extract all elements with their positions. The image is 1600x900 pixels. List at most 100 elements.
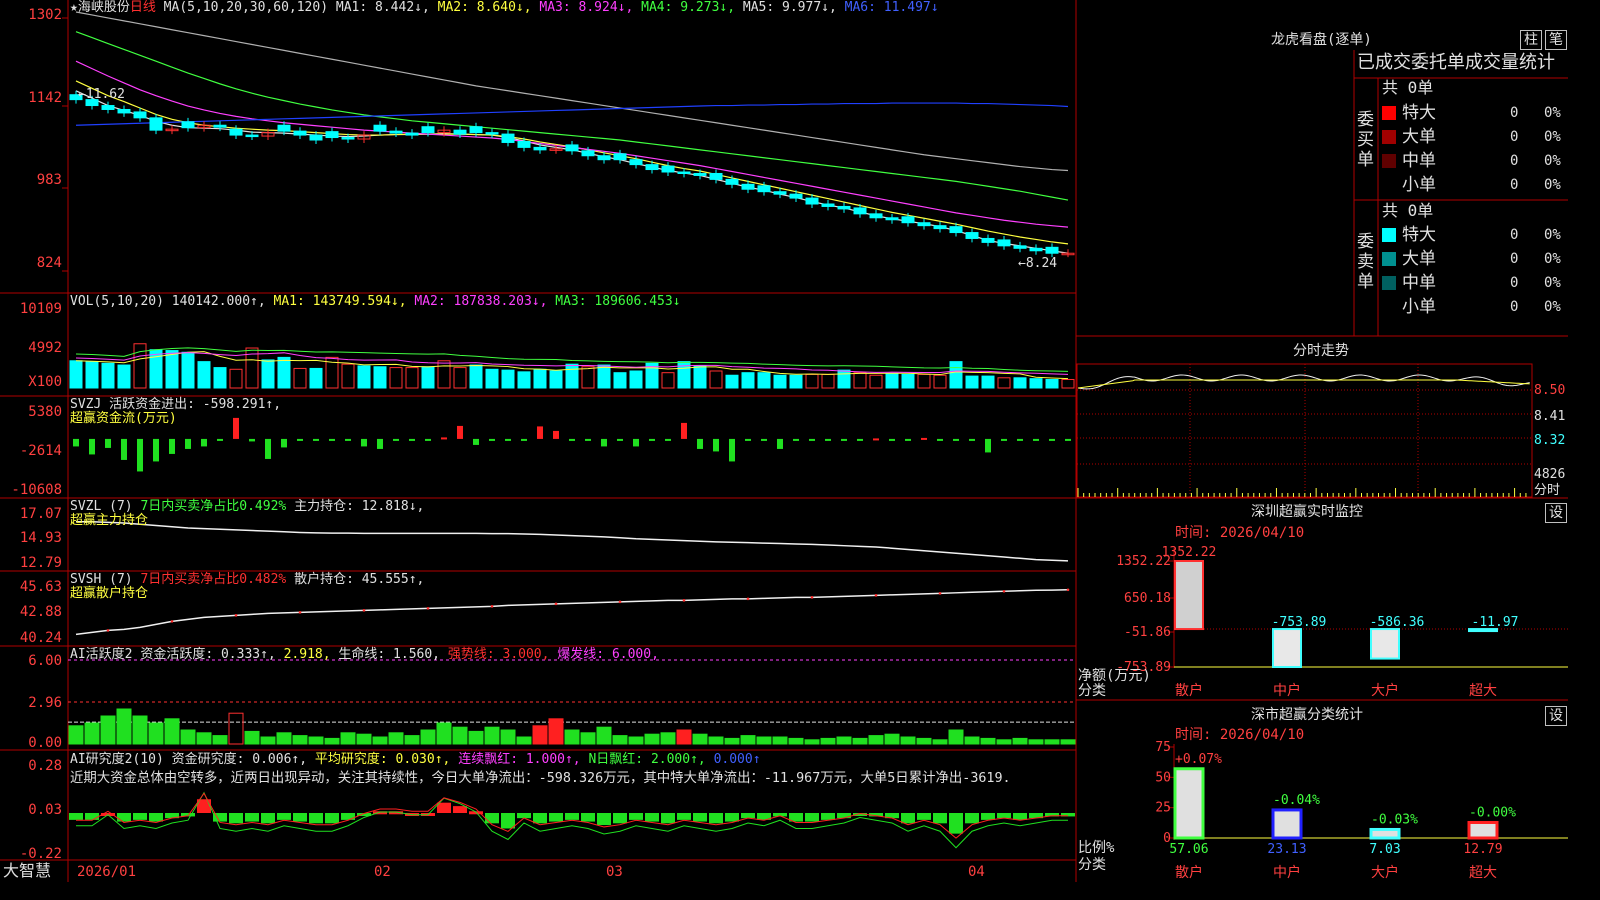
candle-body xyxy=(277,124,291,132)
svzj-bar xyxy=(409,438,415,441)
candle-body xyxy=(677,171,691,174)
classify-bar xyxy=(1467,820,1499,840)
ai-research-bar xyxy=(661,813,675,824)
volume-bar xyxy=(901,373,915,389)
dragon-row: 中单 0 0% xyxy=(1382,153,1561,170)
svzj-subtitle: 超赢资金流(万元) xyxy=(70,412,177,426)
classify-value-label: 7.03 xyxy=(1369,842,1400,857)
price-axis-tick: 1142 xyxy=(28,90,62,106)
svsh-dot xyxy=(938,592,942,595)
candle-body xyxy=(517,140,531,148)
volume-bar xyxy=(165,350,179,389)
ai-active-bar xyxy=(724,737,740,745)
order-pct: 0% xyxy=(1544,227,1561,243)
svzj-bar xyxy=(233,417,239,439)
tick-mode-button[interactable]: 笔 xyxy=(1545,30,1567,50)
ai-active-bar xyxy=(1028,739,1044,745)
volume-bar xyxy=(117,364,131,389)
dragon-row: 特大 0 0% xyxy=(1382,105,1561,122)
svsh-dot xyxy=(106,629,110,632)
svzj-bar xyxy=(153,438,159,462)
volume-bar xyxy=(1061,378,1075,389)
ai-active-bar xyxy=(644,733,660,745)
vol-panel-title: VOL(5,10,20) 140142.000↑, MA1: 143749.59… xyxy=(70,295,681,309)
candle-body xyxy=(133,111,147,119)
svzj-bar xyxy=(473,438,479,445)
classify-value-label: 57.06 xyxy=(1169,842,1208,857)
legend-swatch xyxy=(1382,276,1396,290)
ai-active-bar xyxy=(804,739,820,745)
ai-active-bar xyxy=(708,736,724,745)
volume-bar xyxy=(213,367,227,389)
ai-research-bar xyxy=(549,813,563,822)
order-pct: 0% xyxy=(1544,251,1561,267)
monitor-value-label: -586.36 xyxy=(1370,615,1425,630)
ai-research-bar xyxy=(597,813,611,826)
ma1-value: MA1: 8.442↓, xyxy=(335,0,430,15)
vol-value: 140142.000↑, xyxy=(171,294,266,309)
volume-bar xyxy=(1045,378,1059,389)
ai-research-bar xyxy=(965,813,979,824)
candle-body xyxy=(229,128,243,136)
svzj-bar xyxy=(553,430,559,439)
intraday-unit: 分时 xyxy=(1534,483,1561,498)
legend-swatch xyxy=(1382,178,1396,192)
classify-category-label: 大户 xyxy=(1371,864,1399,881)
candle-body xyxy=(1045,246,1059,254)
ai-active-bar xyxy=(132,715,148,745)
candle-body xyxy=(661,165,675,173)
ai-research-bar xyxy=(309,813,323,824)
ai-active-bar xyxy=(932,739,948,745)
svzl-axis-tick: 12.79 xyxy=(19,555,62,571)
svsh-axis-tick: 40.24 xyxy=(19,630,62,646)
monitor-time: 时间: 2026/04/10 xyxy=(1175,525,1305,541)
ai-active-bar xyxy=(980,737,996,745)
candle-body xyxy=(213,124,227,128)
legend-swatch xyxy=(1382,252,1396,266)
volume-bar xyxy=(437,360,451,389)
candle-body xyxy=(389,130,403,134)
ai-avg-research: 平均研究度: 0.030↑, xyxy=(314,752,451,767)
volume-bar xyxy=(133,343,147,389)
svzj-bar xyxy=(425,438,431,441)
order-size-label: 小单 xyxy=(1402,175,1436,195)
price-panel-title: ★海峡股份日线 MA(5,10,20,30,60,120) MA1: 8.442… xyxy=(70,1,939,15)
stock-name[interactable]: ★海峡股份 xyxy=(70,0,130,15)
classify-change-label: -0.00% xyxy=(1469,805,1516,820)
svzj-bar xyxy=(873,438,879,441)
svzj-value: 活跃资金进出: -598.291↑, xyxy=(109,397,282,412)
svzj-bar xyxy=(121,438,127,460)
svsh-title: SVSH (7) xyxy=(70,572,133,587)
order-count: 0 xyxy=(1510,129,1519,145)
intraday-axis-tick: 8.50 xyxy=(1534,383,1566,398)
high-price-mark: ←11.62 xyxy=(78,87,125,102)
ai-research-bar xyxy=(613,813,627,824)
bar-mode-button[interactable]: 柱 xyxy=(1520,30,1542,50)
volume-bar xyxy=(805,373,819,389)
ma2-value: MA2: 8.640↓, xyxy=(437,0,532,15)
svsh-dot xyxy=(298,611,302,614)
svsh-dot xyxy=(618,600,622,604)
candle-body xyxy=(853,207,867,215)
volume-bar xyxy=(549,370,563,389)
ai-active-bar xyxy=(692,733,708,745)
svzj-bar xyxy=(361,438,367,447)
buy-total: 共 0单 xyxy=(1382,78,1434,97)
ai-active-axis-tick: 0.00 xyxy=(28,735,62,751)
period-label[interactable]: 日线 xyxy=(130,0,156,15)
candle-body xyxy=(917,222,931,227)
ai-active-bar xyxy=(868,735,884,745)
monitor-bar xyxy=(1272,628,1302,668)
ai-research-bar xyxy=(693,813,707,822)
ai-active-title: AI活跃度2 xyxy=(70,647,133,662)
ai-active-bar xyxy=(324,737,340,745)
svsh-panel-title: SVSH (7) 7日内买卖净占比0.482% 散户持仓: 45.555↑, xyxy=(70,573,424,587)
classify-settings-button[interactable]: 设 xyxy=(1545,706,1567,726)
monitor-settings-button[interactable]: 设 xyxy=(1545,503,1567,523)
volume-bar xyxy=(933,374,947,389)
ai-active-bar xyxy=(228,712,244,745)
svzj-panel-title: SVZJ 活跃资金进出: -598.291↑, xyxy=(70,398,281,412)
ai-active-bar xyxy=(788,737,804,745)
svzj-bar xyxy=(601,438,607,447)
svzj-bar xyxy=(713,438,719,452)
